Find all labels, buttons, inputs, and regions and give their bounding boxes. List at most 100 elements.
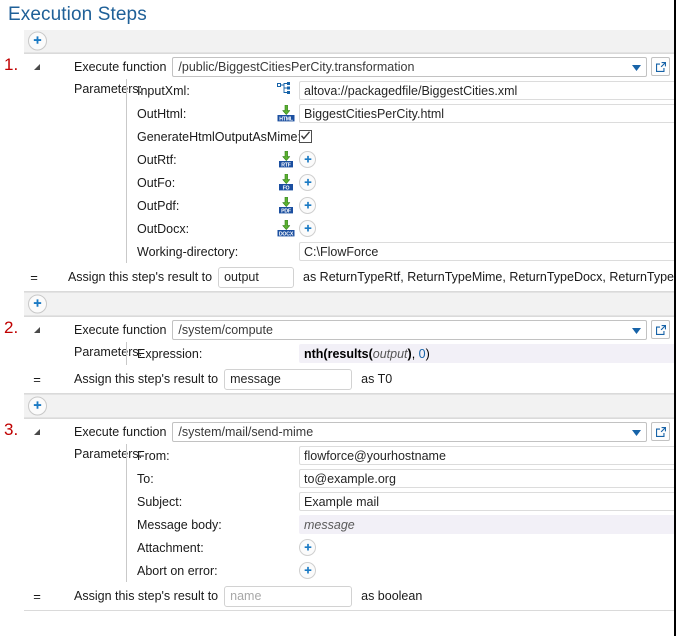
- expression-variable: message: [304, 518, 355, 532]
- chevron-down-icon[interactable]: [632, 60, 641, 74]
- execute-function-row: Execute function/system/mail/send-mime: [24, 419, 674, 444]
- parameter-expression-input[interactable]: nth(results(output), 0): [299, 344, 676, 363]
- step-number: 1.: [4, 55, 26, 75]
- parameter-icon-cell: FO: [273, 174, 299, 192]
- function-path-combobox[interactable]: /public/BiggestCitiesPerCity.transformat…: [172, 57, 647, 77]
- execute-function-label: Execute function: [74, 60, 166, 74]
- execution-step-3: 3.Execute function/system/mail/send-mime…: [0, 418, 674, 611]
- parameter-checkbox[interactable]: [299, 130, 312, 143]
- parameter-label: Abort on error:: [127, 564, 273, 578]
- panel-header: Execution Steps: [0, 0, 674, 30]
- parameter-label: OutFo:: [127, 176, 273, 190]
- equals-sign: =: [30, 589, 44, 604]
- parameter-value-cell: [299, 539, 674, 556]
- parameter-icon-cell: HTML: [273, 105, 299, 123]
- parameter-text-input[interactable]: to@example.org: [299, 469, 676, 488]
- parameter-value-cell: to@example.org: [299, 469, 674, 488]
- parameter-text-input[interactable]: BiggestCitiesPerCity.html: [299, 104, 676, 123]
- parameter-add-button[interactable]: [299, 562, 316, 579]
- open-external-button[interactable]: [651, 422, 670, 441]
- open-external-button[interactable]: [651, 320, 670, 339]
- svg-text:RTF: RTF: [281, 162, 291, 168]
- execution-step-1: 1.Execute function/public/BiggestCitiesP…: [0, 53, 674, 292]
- parameter-text-input[interactable]: C:\FlowForce: [299, 242, 676, 261]
- parameter-add-button[interactable]: [299, 151, 316, 168]
- parameter-row: OutRtf:RTF: [127, 148, 674, 171]
- parameter-row: OutDocx:DOCX: [127, 217, 674, 240]
- open-external-button[interactable]: [651, 57, 670, 76]
- parameter-row: OutHtml:HTMLBiggestCitiesPerCity.html: [127, 102, 674, 125]
- execute-function-row: Execute function/public/BiggestCitiesPer…: [24, 54, 674, 79]
- parameter-row: OutFo: FO: [127, 171, 674, 194]
- execute-function-label: Execute function: [74, 323, 166, 337]
- step-body: Execute function/public/BiggestCitiesPer…: [24, 53, 674, 292]
- parameter-value-cell: [299, 151, 674, 168]
- page-title: Execution Steps: [8, 4, 147, 25]
- parameter-text-input[interactable]: altova://packagedfile/BiggestCities.xml: [299, 81, 676, 100]
- pdf-download-icon: PDF: [277, 197, 295, 215]
- parameter-row: InputXml:altova://packagedfile/BiggestCi…: [127, 79, 674, 102]
- parameter-row: Expression:nth(results(output), 0): [127, 342, 674, 365]
- parameter-label: OutPdf:: [127, 199, 273, 213]
- add-step-button-2[interactable]: [28, 397, 47, 416]
- assign-result-input[interactable]: output: [218, 267, 294, 288]
- parameter-expression-input[interactable]: message: [299, 515, 676, 534]
- parameter-text-input[interactable]: Example mail: [299, 492, 676, 511]
- assign-result-input[interactable]: message: [224, 369, 352, 390]
- assign-result-row: =Assign this step's result tooutputas Re…: [24, 263, 674, 291]
- parameter-value-cell: nth(results(output), 0): [299, 344, 674, 363]
- parameters-label: Parameters:: [30, 342, 126, 365]
- assign-result-input[interactable]: name: [224, 586, 352, 607]
- function-path-value: /public/BiggestCitiesPerCity.transformat…: [173, 60, 414, 74]
- parameter-value-cell: [299, 220, 674, 237]
- parameter-value-cell: Example mail: [299, 492, 674, 511]
- assign-result-label: Assign this step's result to: [68, 270, 212, 284]
- parameter-icon-cell: [273, 82, 299, 100]
- parameter-add-button[interactable]: [299, 174, 316, 191]
- parameter-value-cell: BiggestCitiesPerCity.html: [299, 104, 674, 123]
- function-path-combobox[interactable]: /system/compute: [172, 320, 647, 340]
- html-download-icon: HTML: [277, 105, 295, 123]
- collapse-triangle-icon[interactable]: [30, 428, 44, 436]
- xml-node-icon: [277, 82, 295, 100]
- parameter-row: To: to@example.org: [127, 467, 674, 490]
- docx-download-icon: DOCX: [277, 220, 295, 238]
- parameter-icon-cell: DOCX: [273, 220, 299, 238]
- chevron-down-icon[interactable]: [632, 323, 641, 337]
- add-step-button-0[interactable]: [28, 32, 47, 51]
- parameter-value-cell: message: [299, 515, 674, 534]
- parameter-label: To:: [127, 472, 273, 486]
- step-body: Execute function/system/compute Parameter…: [24, 316, 674, 394]
- parameter-row: Subject:Example mail: [127, 490, 674, 513]
- parameter-value-cell: altova://packagedfile/BiggestCities.xml: [299, 81, 674, 100]
- insert-step-band-1: [24, 292, 674, 316]
- svg-text:FO: FO: [283, 185, 290, 191]
- parameters-table: Expression:nth(results(output), 0): [126, 342, 674, 365]
- add-step-button-1[interactable]: [28, 295, 47, 314]
- parameter-icon-cell: RTF: [273, 151, 299, 169]
- parameter-row: From:flowforce@yourhostname: [127, 444, 674, 467]
- execution-step-2: 2.Execute function/system/computeParamet…: [0, 316, 674, 394]
- parameters-block: Parameters:Expression:nth(results(output…: [24, 342, 674, 365]
- parameter-value-cell: [299, 562, 674, 579]
- parameter-add-button[interactable]: [299, 197, 316, 214]
- parameter-row: OutPdf: PDF: [127, 194, 674, 217]
- function-path-value: /system/compute: [173, 323, 272, 337]
- parameter-add-button[interactable]: [299, 220, 316, 237]
- collapse-triangle-icon[interactable]: [30, 326, 44, 334]
- parameter-value-cell: C:\FlowForce: [299, 242, 674, 261]
- parameters-block: Parameters:From:flowforce@yourhostnameTo…: [24, 444, 674, 582]
- svg-text:PDF: PDF: [281, 208, 291, 214]
- parameters-label: Parameters:: [30, 444, 126, 582]
- assign-result-label: Assign this step's result to: [74, 589, 218, 603]
- parameter-label: Attachment:: [127, 541, 273, 555]
- parameter-row: Working-directory: C:\FlowForce: [127, 240, 674, 263]
- parameters-table: From:flowforce@yourhostname To: to@example…: [126, 444, 674, 582]
- collapse-triangle-icon[interactable]: [30, 63, 44, 71]
- parameter-add-button[interactable]: [299, 539, 316, 556]
- parameter-text-input[interactable]: flowforce@yourhostname: [299, 446, 676, 465]
- parameter-label: Working-directory:: [127, 245, 273, 259]
- function-path-combobox[interactable]: /system/mail/send-mime: [172, 422, 647, 442]
- function-path-value: /system/mail/send-mime: [173, 425, 313, 439]
- chevron-down-icon[interactable]: [632, 425, 641, 439]
